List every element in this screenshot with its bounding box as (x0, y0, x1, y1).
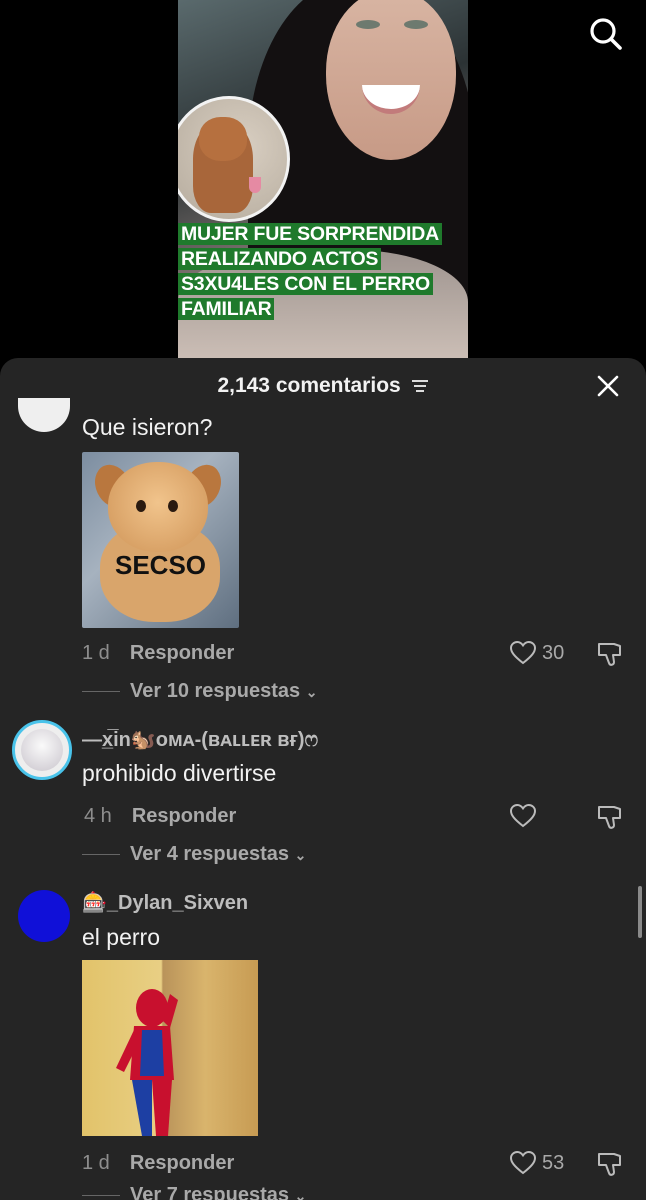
comment-meta: 1 d Responder (82, 1152, 234, 1175)
view-replies-label: Ver 4 respuestas (130, 843, 289, 865)
reply-button[interactable]: Responder (130, 642, 234, 664)
comment-meta: 1 d Responder (82, 642, 234, 665)
like-count: 53 (542, 1151, 565, 1174)
sort-icon[interactable] (411, 378, 429, 394)
headline-line: S3XU4LES CON EL PERRO (178, 273, 434, 295)
chevron-down-icon: ⌄ (294, 847, 307, 863)
dog-head (199, 117, 247, 161)
chevron-down-icon: ⌄ (305, 684, 318, 700)
comment-time: 1 d (82, 1152, 110, 1174)
video-person-eye (356, 20, 380, 29)
view-replies-button[interactable]: Ver 7 respuestas ⌄ (82, 1184, 306, 1200)
comment-time: 1 d (82, 642, 110, 664)
reply-button[interactable]: Responder (130, 1152, 234, 1174)
dislike-icon[interactable] (596, 804, 624, 830)
sticker-text: SECSO (114, 550, 207, 580)
avatar[interactable] (12, 720, 72, 780)
comment-gif[interactable] (82, 960, 258, 1136)
dislike-icon[interactable] (596, 1151, 624, 1177)
view-replies-label: Ver 7 respuestas (130, 1184, 289, 1200)
comment-text: el perro (82, 924, 160, 950)
heart-icon (510, 1151, 536, 1175)
comment-text: prohibido divertirse (82, 760, 277, 786)
comment-username[interactable]: —x̲̅in🐿️ᴏᴍᴀ-(ʙᴀʟʟᴇʀ ʙғ)ෆ (82, 727, 318, 752)
comments-header: 2,143 comentarios (0, 358, 646, 414)
view-replies-button[interactable]: Ver 10 respuestas ⌄ (82, 680, 317, 703)
avatar[interactable] (18, 890, 70, 942)
comment-time: 4 h (84, 805, 112, 827)
comments-sheet: 2,143 comentarios Que isieron? SECSO 1 d… (0, 358, 646, 1200)
heart-icon (510, 804, 536, 828)
replies-divider (82, 691, 120, 693)
like-button[interactable]: 30 (510, 641, 564, 665)
headline-line: FAMILIAR (178, 298, 275, 320)
headline-line: MUJER FUE SORPRENDIDA (178, 223, 442, 245)
like-button[interactable] (510, 804, 542, 828)
comment-count-label: 2,143 comentarios (217, 374, 401, 397)
gif-figure (116, 989, 178, 1136)
headline-line: REALIZANDO ACTOS (178, 248, 382, 270)
avatar[interactable] (18, 398, 70, 432)
video-frame[interactable]: MUJER FUE SORPRENDIDA REALIZANDO ACTOS S… (178, 0, 468, 372)
sticker-puppy-eye (136, 500, 146, 512)
view-replies-label: Ver 10 respuestas (130, 680, 301, 702)
search-icon[interactable] (588, 16, 624, 52)
heart-icon (510, 641, 536, 665)
comment-username[interactable]: 🎰_Dylan_Sixven (82, 890, 248, 915)
close-icon[interactable] (596, 374, 620, 398)
video-person-smile (362, 85, 420, 114)
reply-button[interactable]: Responder (132, 805, 236, 827)
video-headline: MUJER FUE SORPRENDIDA REALIZANDO ACTOS S… (178, 222, 468, 322)
dislike-icon[interactable] (596, 641, 624, 667)
chevron-down-icon: ⌄ (294, 1188, 307, 1200)
sticker-puppy-eye (168, 500, 178, 512)
video-person-eye (404, 20, 428, 29)
view-replies-button[interactable]: Ver 4 respuestas ⌄ (82, 843, 306, 866)
comment-count: 2,143 comentarios (0, 374, 646, 398)
comment-text: Que isieron? (82, 414, 213, 440)
like-button[interactable]: 53 (510, 1151, 564, 1175)
replies-divider (82, 1195, 120, 1197)
replies-divider (82, 854, 120, 856)
sticker-puppy-head (108, 462, 208, 552)
dog-tongue (249, 177, 261, 193)
comment-meta: 4 h Responder (84, 805, 236, 828)
comment-sticker[interactable]: SECSO (82, 452, 239, 628)
scrollbar[interactable] (638, 886, 642, 938)
avatar-image (21, 729, 63, 771)
like-count: 30 (542, 641, 565, 664)
